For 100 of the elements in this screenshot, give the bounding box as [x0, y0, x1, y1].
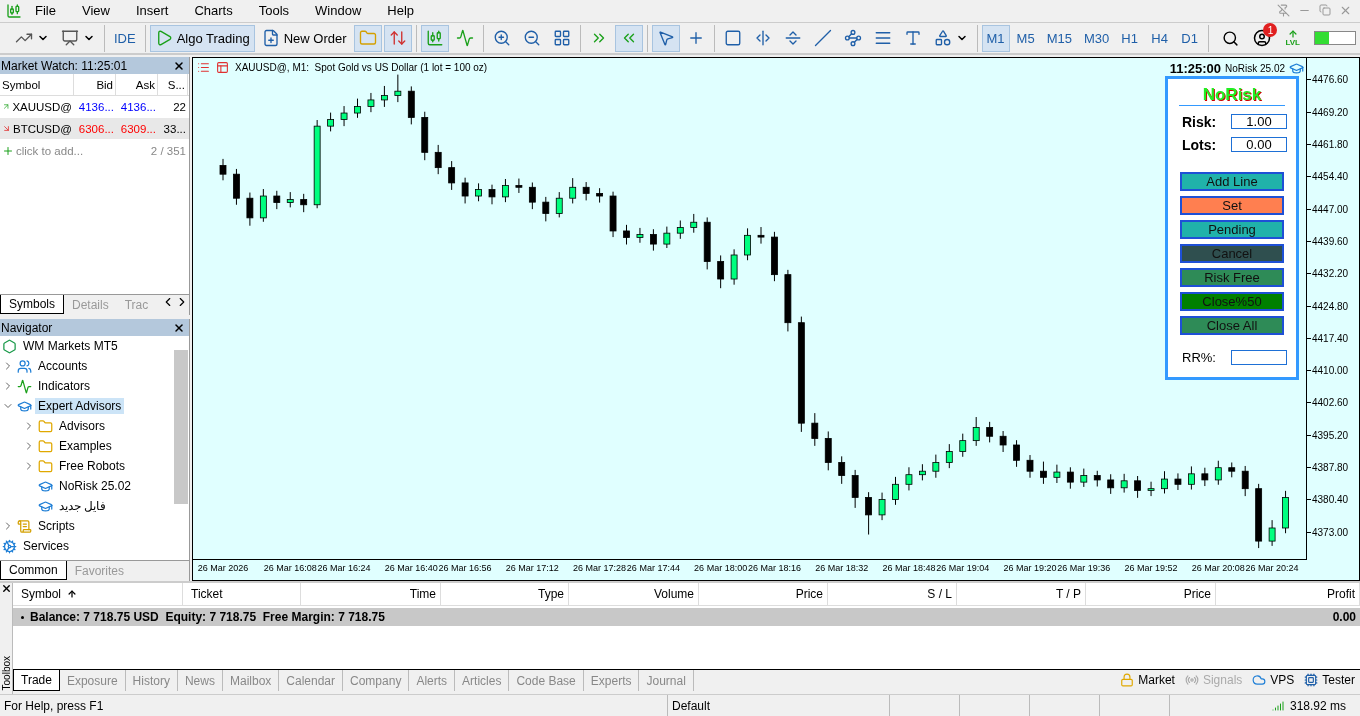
- ping-value: 318.92 ms: [1289, 698, 1346, 713]
- column-header[interactable]: Symbol: [13, 583, 183, 606]
- price-label: 4454.40: [1307, 171, 1349, 183]
- column-header[interactable]: S...: [158, 74, 188, 96]
- notification-badge: 1: [1263, 23, 1278, 38]
- navigator-item[interactable]: Advisors: [56, 418, 108, 435]
- navigator-item[interactable]: Indicators: [35, 378, 94, 395]
- price-label: 4447.00: [1307, 203, 1349, 215]
- column-header[interactable]: Symbol: [0, 74, 74, 96]
- price-label: 4424.80: [1307, 300, 1349, 312]
- timeframe-button[interactable]: D1: [1176, 24, 1205, 52]
- price-label: 4439.60: [1307, 235, 1349, 247]
- menu-item[interactable]: View: [68, 3, 123, 19]
- menu-item[interactable]: Help: [374, 3, 428, 19]
- navigator-item[interactable]: فایل جدید: [56, 498, 110, 515]
- chart-title: XAUUSD@, M1: Spot Gold vs US Dollar (1 lot = 100 oz): [235, 62, 488, 74]
- menu-item[interactable]: Charts: [181, 3, 246, 19]
- price-label: 4402.60: [1307, 397, 1349, 409]
- toolbox-link[interactable]: Tester: [1299, 670, 1360, 691]
- input-field[interactable]: 0.00: [1231, 137, 1287, 153]
- field-label: Lots:: [1182, 136, 1217, 153]
- panel-title: NoRisk: [1179, 85, 1285, 107]
- ide-button[interactable]: IDE: [109, 24, 141, 52]
- price-label: 4387.80: [1307, 462, 1349, 474]
- panel-button[interactable]: Close All: [1180, 316, 1284, 336]
- panel-title: Navigator: [1, 320, 53, 335]
- timeframe-button[interactable]: M1: [981, 24, 1010, 52]
- panel-button[interactable]: Pending: [1180, 220, 1284, 240]
- balance-summary: Balance: 7 718.75 USD Equity: 7 718.75 Free Margin: 7 718.75: [30, 610, 385, 625]
- table-cell-text: 4136...: [119, 99, 157, 115]
- column-header[interactable]: Volume: [569, 583, 699, 606]
- add-symbol-link[interactable]: click to add...: [0, 140, 116, 162]
- algo-trading-button[interactable]: Algo Trading: [149, 24, 255, 52]
- toolbox-link[interactable]: VPS: [1247, 670, 1300, 691]
- price-label: 4380.40: [1307, 494, 1349, 506]
- column-header[interactable]: Time: [301, 583, 441, 606]
- column-header[interactable]: Price: [1086, 583, 1216, 606]
- column-header[interactable]: Bid: [74, 74, 116, 96]
- navigator-item[interactable]: NoRisk 25.02: [56, 478, 135, 495]
- navigator-item[interactable]: WM Markets MT5: [20, 338, 121, 355]
- navigator-item[interactable]: Services: [20, 538, 72, 555]
- time-label: 26 Mar 16:24: [317, 563, 371, 574]
- symbol-row[interactable]: BTCUSD@ 6306... 6309... 33...: [0, 118, 189, 141]
- input-field[interactable]: 1.00: [1231, 114, 1287, 130]
- navigator-item[interactable]: Examples: [56, 438, 115, 455]
- navigator-item[interactable]: Scripts: [35, 518, 78, 535]
- panel-button[interactable]: Close%50: [1180, 292, 1284, 312]
- table-cell: XAUUSD@: [0, 96, 74, 118]
- price-label: 4461.80: [1307, 138, 1349, 150]
- expert-name: NoRisk 25.02: [1224, 63, 1285, 75]
- time-label: 26 Mar 18:48: [882, 563, 936, 574]
- navigator-item[interactable]: Expert Advisors: [35, 398, 125, 415]
- table-cell-text: 22: [172, 99, 187, 115]
- field-label: Risk:: [1182, 113, 1217, 130]
- price-label: 4395.20: [1307, 429, 1349, 441]
- column-header[interactable]: Ticket: [183, 583, 301, 606]
- timeframe-button[interactable]: M5: [1011, 24, 1040, 52]
- timeframe-button[interactable]: M30: [1078, 24, 1115, 52]
- menu-item[interactable]: Tools: [245, 3, 303, 19]
- toolbox-tab[interactable]: Trade: [13, 670, 60, 692]
- menu-item[interactable]: Insert: [122, 3, 182, 19]
- column-header[interactable]: S / L: [828, 583, 957, 606]
- panel-button[interactable]: Set: [1180, 196, 1284, 216]
- timeframe-button[interactable]: H1: [1116, 24, 1145, 52]
- table-cell-text: 33...: [162, 121, 187, 137]
- navigator-item[interactable]: Accounts: [35, 358, 91, 375]
- symbol-count: 2 / 351: [149, 143, 187, 159]
- toolbox-link[interactable]: Market: [1115, 670, 1180, 691]
- time-label: 26 Mar 19:36: [1057, 563, 1111, 574]
- timeframe-button[interactable]: M15: [1041, 24, 1077, 52]
- menu-item[interactable]: Window: [302, 3, 375, 19]
- time-label: 26 Mar 2026: [197, 563, 249, 574]
- time-label: 26 Mar 16:08: [263, 563, 317, 574]
- column-header[interactable]: T / P: [957, 583, 1086, 606]
- price-label: 4410.00: [1307, 365, 1349, 377]
- column-header[interactable]: Ask: [116, 74, 158, 96]
- price-label: 4469.20: [1307, 106, 1349, 118]
- column-header[interactable]: Price: [699, 583, 828, 606]
- price-label: 4417.40: [1307, 332, 1349, 344]
- toolbox-label: Toolbox: [0, 655, 12, 691]
- timeframe-button[interactable]: H4: [1146, 24, 1175, 52]
- time-label: 26 Mar 18:32: [815, 563, 869, 574]
- time-label: 26 Mar 20:24: [1245, 563, 1299, 574]
- column-header[interactable]: Type: [441, 583, 569, 606]
- table-cell-text: 4136...: [77, 99, 115, 115]
- panel-button[interactable]: Risk Free: [1180, 268, 1284, 288]
- table-cell-text: 6309...: [119, 121, 157, 137]
- column-header[interactable]: Profit: [1216, 583, 1360, 606]
- time-label: 26 Mar 16:40: [384, 563, 438, 574]
- panel-tab[interactable]: Symbols: [0, 295, 64, 315]
- panel-button[interactable]: Add Line: [1180, 172, 1284, 192]
- price-label: 4476.60: [1307, 74, 1349, 86]
- panel-title: Market Watch: 11:25:01: [1, 58, 128, 73]
- menu-item[interactable]: File: [22, 3, 69, 19]
- time-label: 26 Mar 19:20: [1003, 563, 1057, 574]
- time-label: 26 Mar 19:04: [936, 563, 990, 574]
- navigator-item[interactable]: Free Robots: [56, 458, 129, 475]
- new-order-button[interactable]: New Order: [256, 24, 352, 52]
- panel-tab[interactable]: Common: [0, 561, 67, 581]
- field-label: RR%:: [1182, 350, 1216, 366]
